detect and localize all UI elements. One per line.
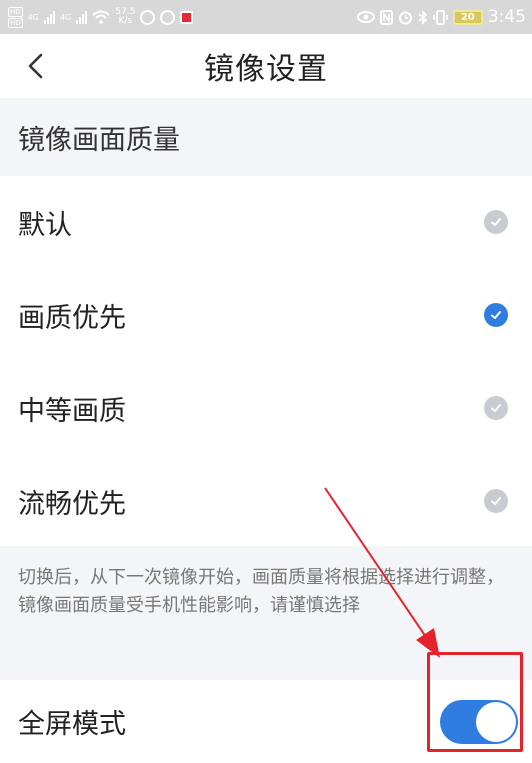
nav-bar: 镜像设置 <box>0 34 532 98</box>
quality-option-quality-first[interactable]: 画质优先 <box>0 269 532 361</box>
vibrate-icon <box>433 9 448 25</box>
check-selected-icon <box>484 303 508 327</box>
fullscreen-label: 全屏模式 <box>18 709 126 740</box>
option-label: 中等画质 <box>18 395 126 427</box>
toggle-knob <box>476 701 516 742</box>
section-header-quality: 镜像画面质量 <box>0 98 532 176</box>
bluetooth-icon <box>418 9 427 25</box>
option-label: 流畅优先 <box>18 488 126 520</box>
quality-option-default[interactable]: 默认 <box>0 176 532 268</box>
fullscreen-row: 全屏模式 <box>0 680 532 763</box>
network-speed: 57.5 K/s <box>115 7 136 26</box>
signal-icon-2 <box>76 10 88 24</box>
hand-icon <box>160 9 176 25</box>
red-app-icon <box>180 10 194 24</box>
option-label: 默认 <box>18 209 72 241</box>
fullscreen-section: 全屏模式 <box>0 646 532 763</box>
option-label: 画质优先 <box>18 302 126 334</box>
app-notification-icon <box>140 9 156 25</box>
quality-option-smooth-first[interactable]: 流畅优先 <box>0 455 532 547</box>
check-icon <box>484 210 508 234</box>
alarm-icon <box>398 11 412 24</box>
check-icon <box>484 489 508 513</box>
signal-icon <box>43 10 55 24</box>
fullscreen-toggle[interactable] <box>440 699 518 744</box>
check-icon <box>484 396 508 420</box>
battery-indicator: 20 <box>452 9 483 25</box>
quality-note: 切换后，从下一次镜像开始，画面质量将根据选择进行调整，镜像画面质量受手机性能影响… <box>0 546 532 646</box>
wifi-icon <box>92 10 110 24</box>
network-label-2: 4G <box>59 12 72 22</box>
back-arrow-icon[interactable] <box>22 51 52 81</box>
status-time: 3:45 <box>487 7 526 27</box>
page-title: 镜像设置 <box>204 52 328 87</box>
network-label-1: 4G <box>27 12 39 22</box>
hd-icon: HD HD <box>8 6 23 28</box>
quality-option-medium[interactable]: 中等画质 <box>0 362 532 454</box>
status-bar: HD HD 4G 4G 57.5 K/s 20 3:45 <box>0 0 532 34</box>
eye-icon <box>356 11 375 23</box>
section-title: 镜像画面质量 <box>18 124 180 156</box>
nfc-icon <box>379 9 393 25</box>
